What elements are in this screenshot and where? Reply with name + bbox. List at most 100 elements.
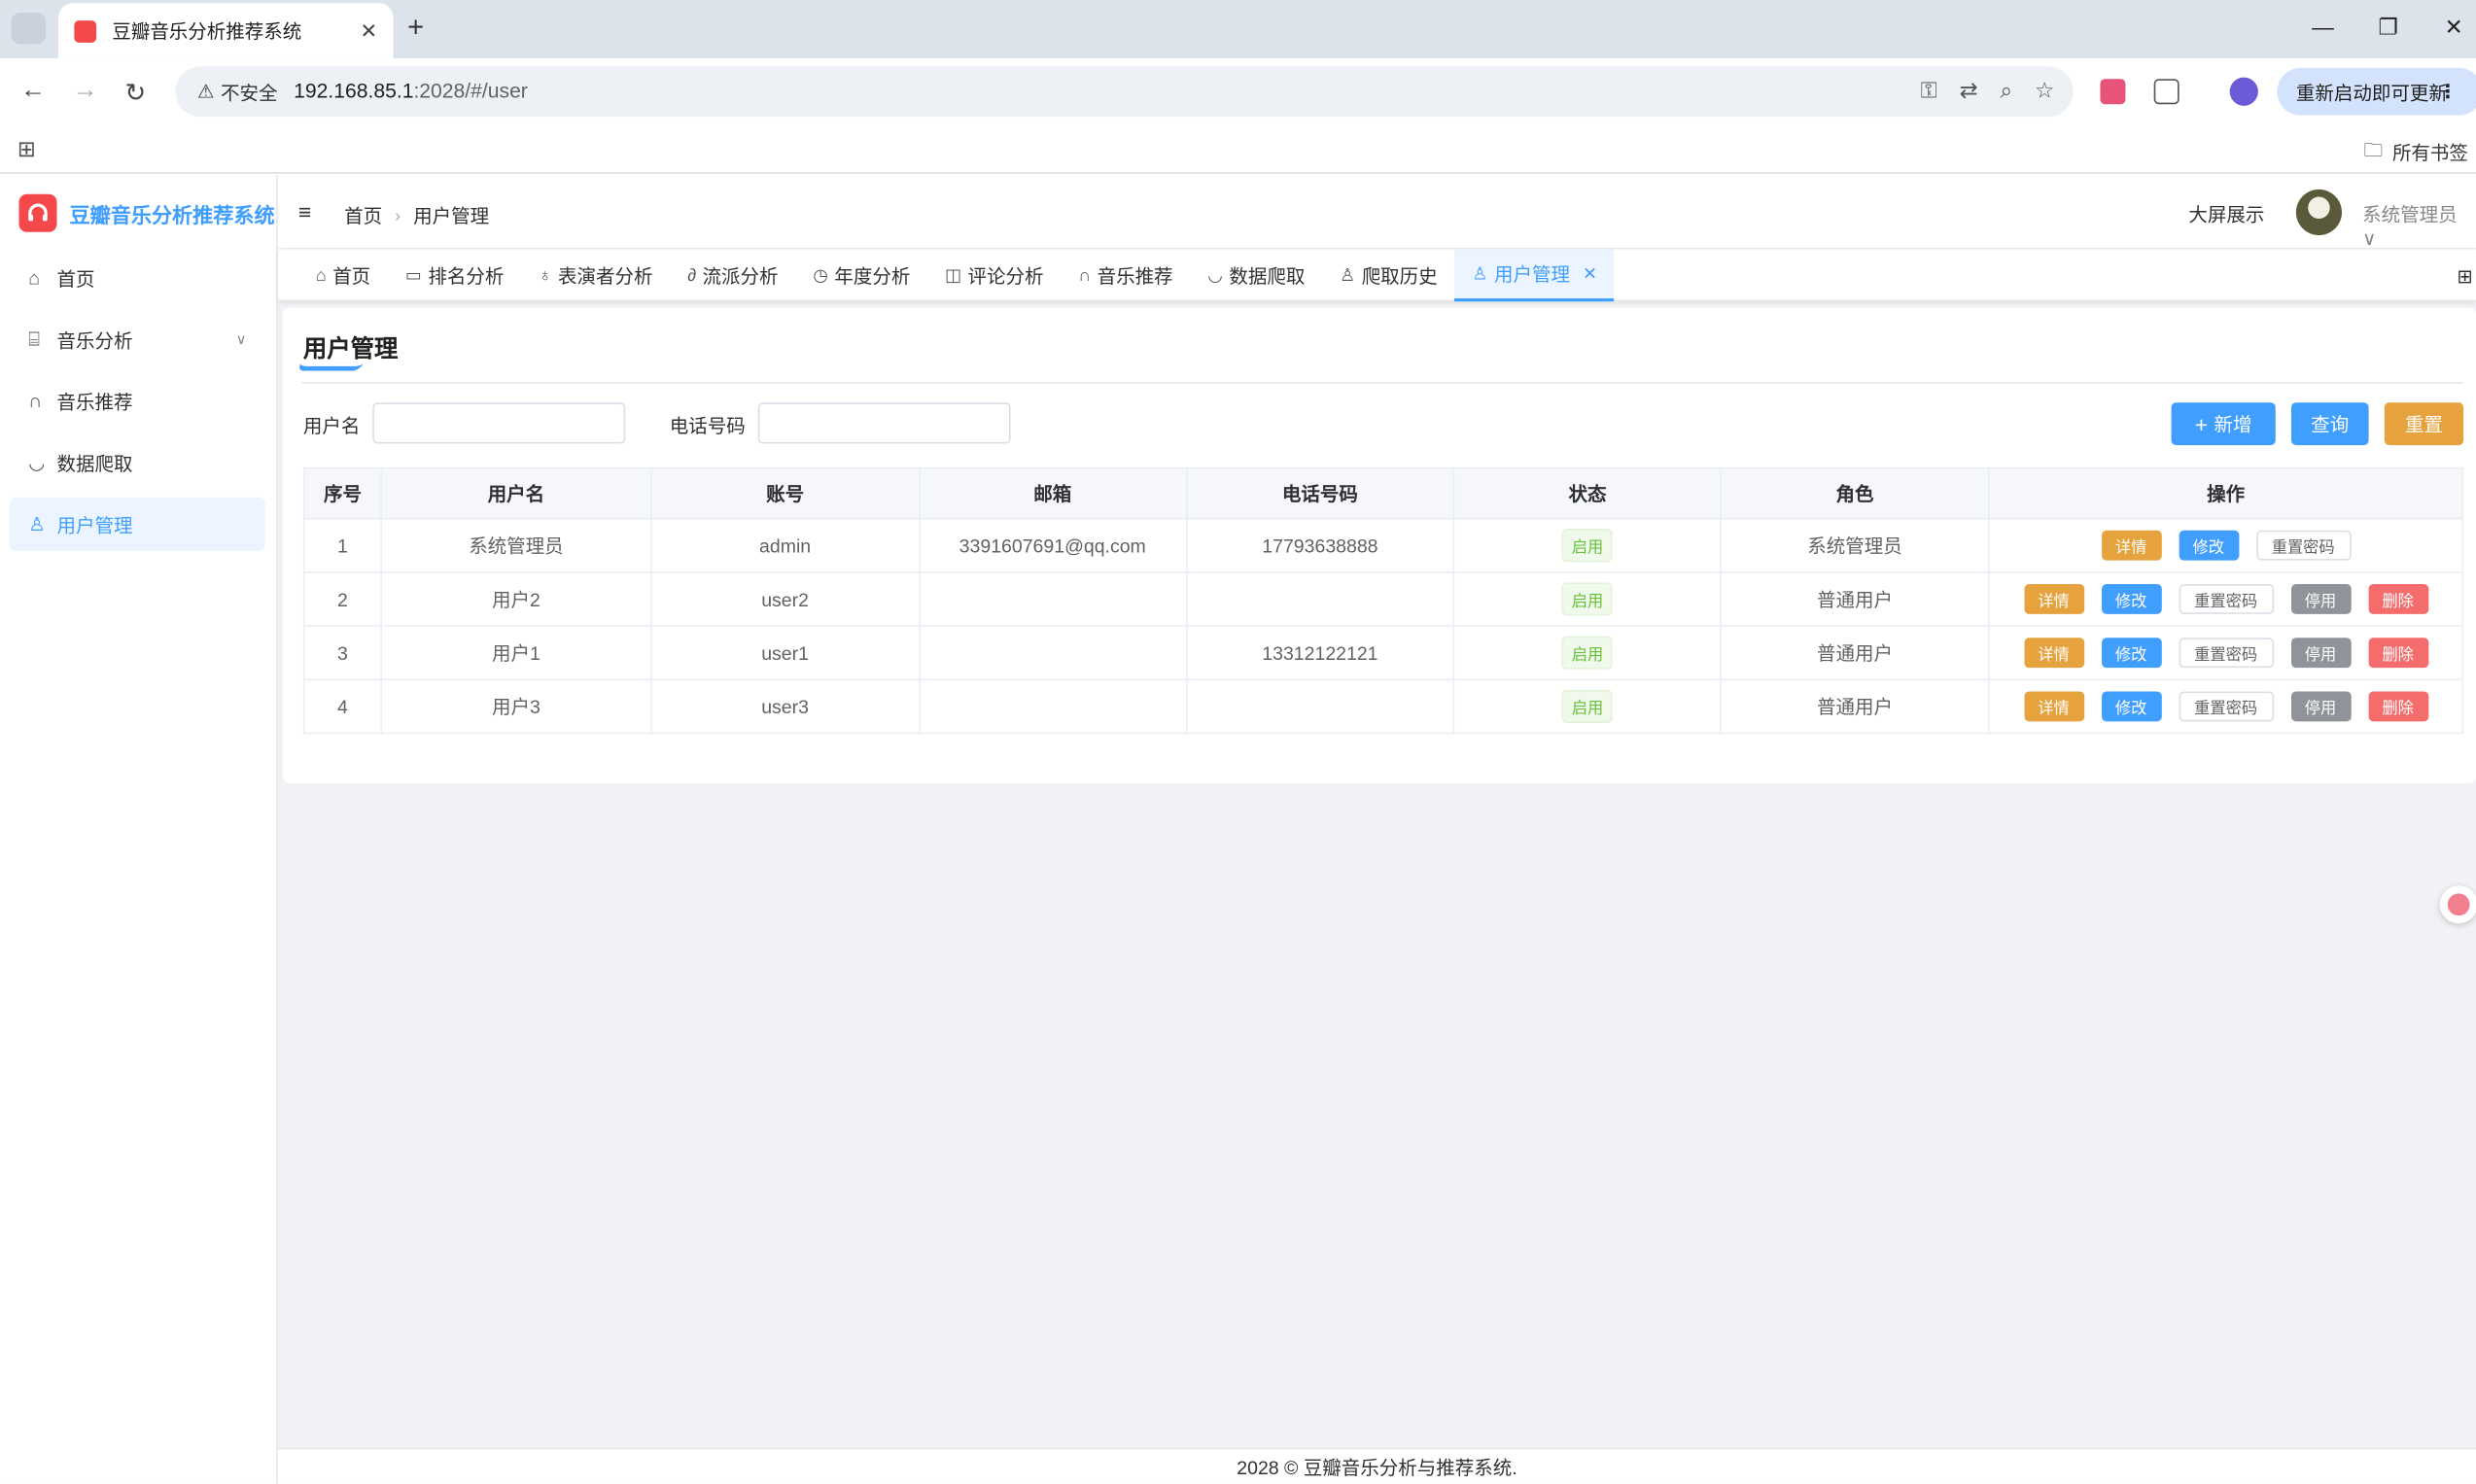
detail-button[interactable]: 详情 (2023, 638, 2084, 669)
delete-button[interactable]: 删除 (2367, 584, 2428, 614)
extensions-puzzle-icon[interactable] (2153, 79, 2180, 105)
status-badge: 启用 (1562, 529, 1613, 563)
disable-button[interactable]: 停用 (2290, 691, 2351, 722)
zoom-icon[interactable]: ⌕ (2000, 78, 2012, 105)
reset-password-button[interactable]: 重置密码 (2178, 691, 2274, 722)
disable-button[interactable]: 停用 (2290, 584, 2351, 614)
delete-button[interactable]: 删除 (2367, 638, 2428, 669)
grid-menu-icon[interactable]: ⊞ (2457, 265, 2472, 288)
column-header: 序号 (302, 466, 383, 520)
edit-button[interactable]: 修改 (2101, 638, 2161, 669)
chart-icon: ⌸ (28, 328, 40, 350)
forward-icon[interactable]: → (73, 78, 98, 106)
floating-translate-button[interactable] (2439, 885, 2476, 924)
delete-button[interactable]: 删除 (2367, 691, 2428, 722)
update-label: 重新启动即可更新 (2295, 81, 2448, 104)
reload-icon[interactable]: ↻ (124, 78, 146, 109)
sidebar-item-music-recommend[interactable]: ∩ 音乐推荐 (10, 374, 265, 428)
tab-label: 评论分析 (967, 264, 1044, 288)
reset-password-button[interactable]: 重置密码 (2178, 638, 2274, 669)
user-table: 序号 用户名 账号 邮箱 电话号码 状态 角色 操作 1 系统管理员 admin (302, 466, 2464, 735)
top-header: ≡ 首页 › 用户管理 大屏展示 系统管理员 ∨ (277, 175, 2476, 250)
phone-input[interactable] (757, 402, 1011, 444)
cell-ops: 详情 修改 重置密码 停用 删除 (1988, 625, 2464, 681)
add-button[interactable]: + 新增 (2171, 402, 2276, 446)
browser-tab-strip: 豆瓣音乐分析推荐系统 ✕ + — ❐ ✕ (0, 0, 2476, 59)
detail-button[interactable]: 详情 (2023, 584, 2084, 614)
sidebar-item-label: 用户管理 (56, 513, 133, 536)
sidebar-item-label: 音乐推荐 (56, 391, 133, 413)
headphones-icon: ∩ (28, 390, 43, 412)
page-title: 用户管理 (302, 335, 399, 363)
tab-data-crawl[interactable]: ◡ 数据爬取 (1190, 250, 1322, 302)
tab-genre-analysis[interactable]: ∂ 流派分析 (670, 250, 795, 302)
big-screen-link[interactable]: 大屏展示 (2188, 200, 2264, 227)
minimize-icon[interactable]: — (2312, 15, 2334, 40)
column-header: 电话号码 (1185, 466, 1455, 520)
sidebar-item-label: 音乐分析 (56, 328, 133, 352)
extension-translate-icon[interactable] (2100, 79, 2126, 105)
sidebar-item-label: 首页 (56, 267, 95, 291)
cell-no: 2 (302, 571, 383, 627)
tab-year-analysis[interactable]: ◷ 年度分析 (795, 250, 927, 302)
security-chip[interactable]: ⚠ 不安全 (188, 74, 287, 109)
cell-phone: 13312122121 (1185, 625, 1455, 681)
detail-button[interactable]: 详情 (2101, 530, 2161, 561)
edit-button[interactable]: 修改 (2101, 691, 2161, 722)
new-tab-icon[interactable]: + (407, 11, 424, 44)
close-icon[interactable]: ✕ (1583, 263, 1597, 284)
apps-grid-icon[interactable]: ⊞ (17, 136, 36, 163)
restore-icon[interactable]: ❐ (2378, 15, 2397, 42)
cell-name: 用户2 (380, 571, 652, 627)
sidebar-item-data-crawl[interactable]: ◡ 数据爬取 (10, 435, 265, 489)
reset-button[interactable]: 重置 (2384, 402, 2464, 446)
username-input[interactable] (372, 402, 626, 444)
breadcrumb-home[interactable]: 首页 (344, 202, 382, 229)
edit-button[interactable]: 修改 (2178, 530, 2239, 561)
table-row: 1 系统管理员 admin 3391607691@qq.com 17793638… (302, 517, 2464, 573)
avatar[interactable] (2295, 189, 2342, 236)
app-logo[interactable]: 豆瓣音乐分析推荐系统 (18, 193, 275, 232)
tab-home[interactable]: ⌂ 首页 (298, 250, 388, 302)
menu-toggle-icon[interactable]: ≡ (298, 199, 311, 224)
detail-button[interactable]: 详情 (2023, 691, 2084, 722)
cell-account: user1 (649, 625, 921, 681)
folder-icon: 🗀 (2363, 138, 2384, 161)
tab-user-management[interactable]: ♙ 用户管理 ✕ (1454, 249, 1615, 302)
url-path: :2028/#/user (413, 79, 528, 103)
tab-search-button[interactable] (11, 12, 47, 45)
home-icon: ⌂ (315, 265, 327, 286)
profile-icon[interactable] (2229, 77, 2258, 106)
translate-icon[interactable]: ⇄ (1960, 78, 1978, 105)
browser-tab[interactable]: 豆瓣音乐分析推荐系统 ✕ (58, 3, 394, 59)
all-bookmarks[interactable]: 🗀 所有书签 (2364, 136, 2468, 169)
cell-email (918, 571, 1187, 627)
more-menu-icon[interactable]: ⋮ (2438, 81, 2457, 103)
sidebar-item-user-management[interactable]: ♙ 用户管理 (9, 497, 265, 551)
tab-performer-analysis[interactable]: ♁ 表演者分析 (521, 250, 670, 302)
query-button[interactable]: 查询 (2291, 402, 2369, 446)
user-dropdown[interactable]: 系统管理员 ∨ (2362, 200, 2476, 250)
tab-music-recommend[interactable]: ∩ 音乐推荐 (1061, 250, 1190, 302)
disable-button[interactable]: 停用 (2290, 638, 2351, 669)
reset-password-button[interactable]: 重置密码 (2255, 530, 2351, 561)
divider (301, 382, 2464, 384)
window-close-icon[interactable]: ✕ (2445, 15, 2463, 42)
back-icon[interactable]: ← (20, 78, 46, 106)
sidebar-item-music-analysis[interactable]: ⌸ 音乐分析 ∨ (10, 313, 265, 366)
user-icon: ♙ (1472, 264, 1488, 285)
update-button[interactable]: 重新启动即可更新 ⋮ (2277, 67, 2476, 116)
sidebar-item-home[interactable]: ⌂ 首页 (10, 251, 265, 304)
browser-toolbar: ← → ↻ ⚠ 不安全 192.168.85.1:2028/#/user ⚿ ⇄… (0, 58, 2476, 126)
edit-button[interactable]: 修改 (2101, 584, 2161, 614)
tab-comment-analysis[interactable]: ◫ 评论分析 (927, 250, 1061, 302)
address-bar[interactable]: ⚠ 不安全 192.168.85.1:2028/#/user ⚿ ⇄ ⌕ ☆ (175, 66, 2074, 118)
bookmark-star-icon[interactable]: ☆ (2035, 78, 2054, 105)
tab-rank-analysis[interactable]: ▭ 排名分析 (388, 250, 521, 302)
tab-crawl-history[interactable]: ♙ 爬取历史 (1322, 250, 1454, 302)
close-tab-icon[interactable]: ✕ (361, 18, 378, 44)
reset-password-button[interactable]: 重置密码 (2178, 584, 2274, 614)
cell-ops: 详情 修改 重置密码 (1988, 517, 2464, 573)
chevron-right-icon: › (395, 205, 401, 225)
password-key-icon[interactable]: ⚿ (1921, 78, 1937, 105)
